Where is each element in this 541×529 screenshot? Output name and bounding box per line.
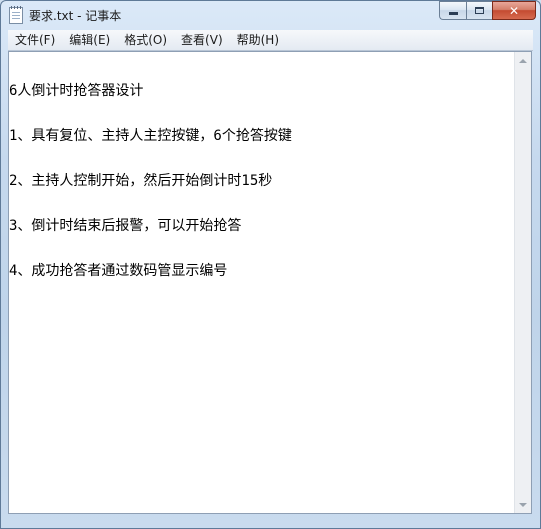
notepad-window: 要求.txt - 记事本 ✕ 文件(F) 编辑(E) 格式(O) 查看(V) 帮… (0, 0, 541, 529)
text-line: 1、具有复位、主持人主控按键，6个抢答按键 (9, 128, 292, 144)
minimize-button[interactable] (439, 1, 466, 20)
close-button[interactable]: ✕ (492, 1, 536, 20)
menu-help[interactable]: 帮助(H) (230, 30, 286, 50)
menu-format[interactable]: 格式(O) (117, 30, 174, 50)
menu-edit[interactable]: 编辑(E) (62, 30, 117, 50)
window-bottom-frame (8, 515, 532, 523)
minimize-icon (448, 12, 458, 15)
maximize-icon (475, 7, 484, 14)
text-line: 4、成功抢答者通过数码管显示编号 (9, 263, 228, 279)
menu-view[interactable]: 查看(V) (174, 30, 230, 50)
arrow-down-icon (519, 502, 527, 507)
title-bar[interactable]: 要求.txt - 记事本 ✕ (1, 1, 540, 30)
scroll-up-button[interactable] (515, 52, 531, 69)
text-line: 3、倒计时结束后报警，可以开始抢答 (9, 218, 242, 234)
text-line: 2、主持人控制开始，然后开始倒计时15秒 (9, 173, 273, 189)
text-line: 6人倒计时抢答器设计 (9, 83, 144, 99)
maximize-button[interactable] (466, 1, 492, 20)
caption-buttons: ✕ (439, 1, 536, 21)
close-icon: ✕ (508, 3, 520, 18)
window-title: 要求.txt - 记事本 (29, 9, 122, 23)
arrow-up-icon (519, 58, 527, 63)
menu-bar: 文件(F) 编辑(E) 格式(O) 查看(V) 帮助(H) (8, 30, 533, 51)
vertical-scrollbar[interactable] (514, 52, 531, 513)
text-editor[interactable]: 6人倒计时抢答器设计 1、具有复位、主持人主控按键，6个抢答按键 2、主持人控制… (8, 51, 532, 514)
notepad-icon[interactable] (9, 6, 23, 24)
menu-file[interactable]: 文件(F) (8, 30, 62, 50)
scroll-down-button[interactable] (515, 496, 531, 513)
document-text[interactable]: 6人倒计时抢答器设计 1、具有复位、主持人主控按键，6个抢答按键 2、主持人控制… (9, 54, 513, 309)
